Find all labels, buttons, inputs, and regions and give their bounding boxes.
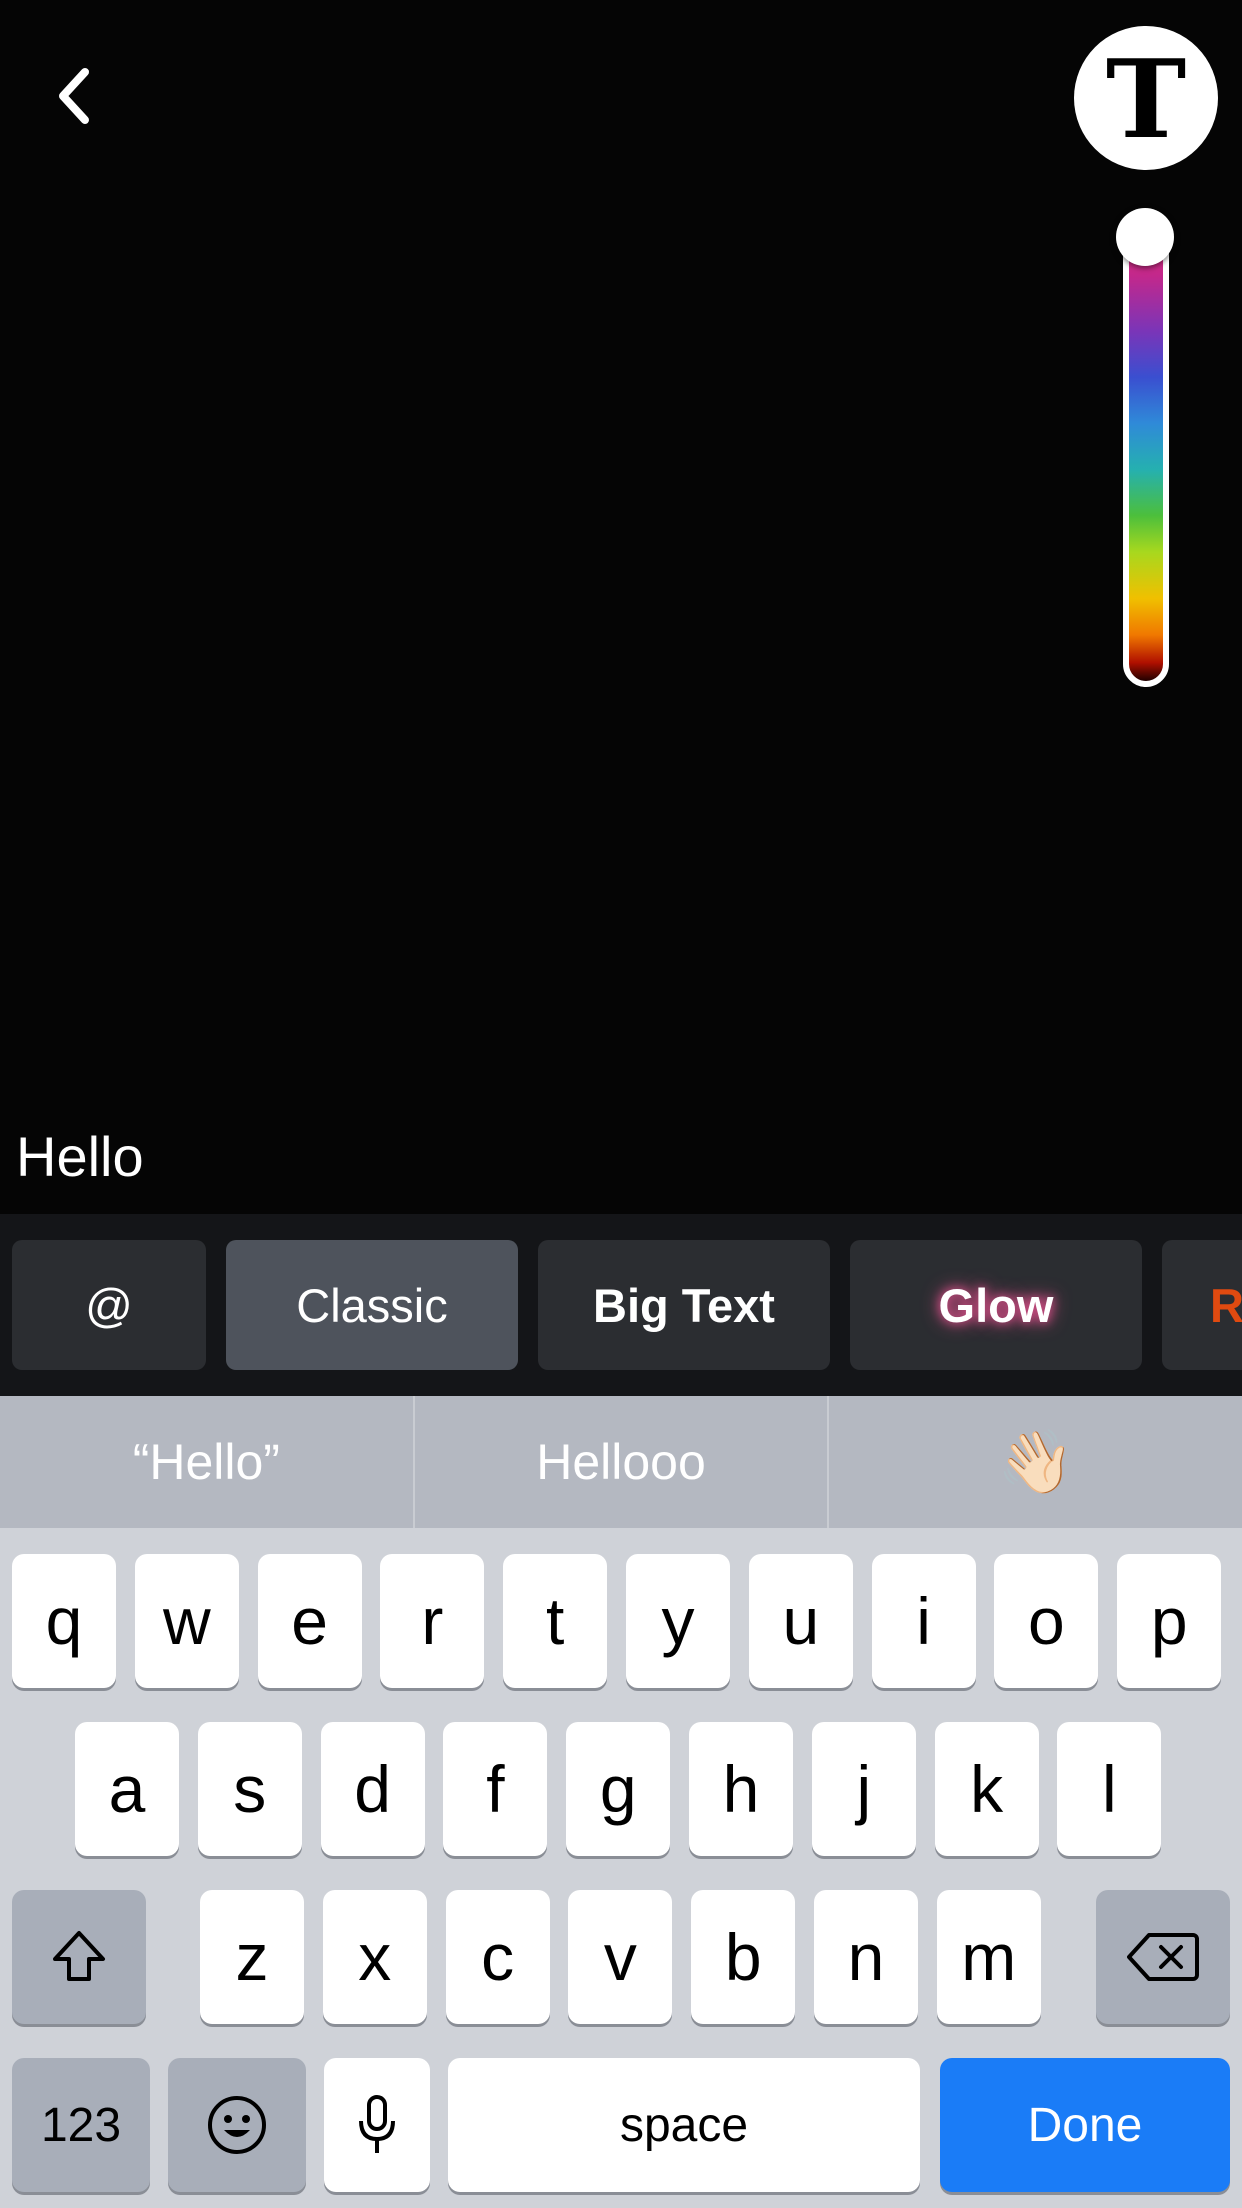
- emoji-icon: [208, 2096, 266, 2154]
- color-slider-thumb[interactable]: [1116, 208, 1174, 266]
- key-j[interactable]: j: [811, 1722, 916, 1856]
- key-e[interactable]: e: [257, 1554, 362, 1688]
- keyboard: “Hello” Hellooo 👋🏻 qwertyuiop asdfghjkl zx…: [0, 1396, 1242, 2208]
- key-y[interactable]: y: [626, 1554, 730, 1688]
- delete-key[interactable]: [1096, 1890, 1230, 2024]
- back-button[interactable]: [38, 56, 108, 136]
- key-u[interactable]: u: [748, 1554, 853, 1688]
- key-o[interactable]: o: [994, 1554, 1099, 1688]
- style-chip-next[interactable]: R: [1162, 1240, 1242, 1370]
- key-k[interactable]: k: [934, 1722, 1039, 1856]
- chevron-left-icon: [59, 68, 89, 124]
- key-m[interactable]: m: [936, 1890, 1041, 2024]
- microphone-key[interactable]: [324, 2058, 430, 2192]
- key-b[interactable]: b: [691, 1890, 796, 2024]
- key-s[interactable]: s: [197, 1722, 302, 1856]
- key-p[interactable]: p: [1117, 1554, 1222, 1688]
- key-v[interactable]: v: [568, 1890, 673, 2024]
- style-chip-classic[interactable]: Classic: [226, 1240, 518, 1370]
- key-t[interactable]: t: [503, 1554, 608, 1688]
- suggestion-bar: “Hello” Hellooo 👋🏻: [0, 1396, 1242, 1528]
- text-style-icon: T: [1105, 37, 1187, 163]
- microphone-icon: [359, 2095, 395, 2153]
- suggestion-item[interactable]: Hellooo: [415, 1396, 830, 1528]
- key-q[interactable]: q: [12, 1554, 116, 1688]
- space-key[interactable]: space: [448, 2058, 920, 2192]
- suggestion-emoji[interactable]: 👋🏻: [829, 1396, 1242, 1528]
- done-button[interactable]: Done: [940, 2058, 1230, 2192]
- backspace-icon: [1127, 1933, 1199, 1981]
- key-h[interactable]: h: [689, 1722, 793, 1856]
- color-slider[interactable]: [1123, 215, 1169, 687]
- style-chip-glow[interactable]: Glow: [850, 1240, 1142, 1370]
- key-f[interactable]: f: [443, 1722, 548, 1856]
- shift-icon: [53, 1931, 105, 1981]
- key-w[interactable]: w: [134, 1554, 239, 1688]
- key-l[interactable]: l: [1057, 1722, 1162, 1856]
- emoji-key[interactable]: [168, 2058, 306, 2192]
- shift-key[interactable]: [12, 1890, 146, 2024]
- key-c[interactable]: c: [445, 1890, 550, 2024]
- key-n[interactable]: n: [814, 1890, 918, 2024]
- key-i[interactable]: i: [871, 1554, 976, 1688]
- text-style-button[interactable]: T: [1074, 26, 1218, 170]
- editor-canvas[interactable]: T Hello: [0, 0, 1242, 1214]
- key-d[interactable]: d: [320, 1722, 425, 1856]
- key-g[interactable]: g: [566, 1722, 671, 1856]
- text-style-bar: @ Classic Big Text Glow R: [0, 1214, 1242, 1396]
- style-chip-big-text[interactable]: Big Text: [538, 1240, 830, 1370]
- numbers-key[interactable]: 123: [12, 2058, 150, 2192]
- caption-text[interactable]: Hello: [16, 1124, 144, 1189]
- key-a[interactable]: a: [75, 1722, 179, 1856]
- key-r[interactable]: r: [380, 1554, 485, 1688]
- suggestion-item[interactable]: “Hello”: [0, 1396, 415, 1528]
- key-z[interactable]: z: [200, 1890, 304, 2024]
- key-x[interactable]: x: [322, 1890, 427, 2024]
- style-chip-mention[interactable]: @: [12, 1240, 206, 1370]
